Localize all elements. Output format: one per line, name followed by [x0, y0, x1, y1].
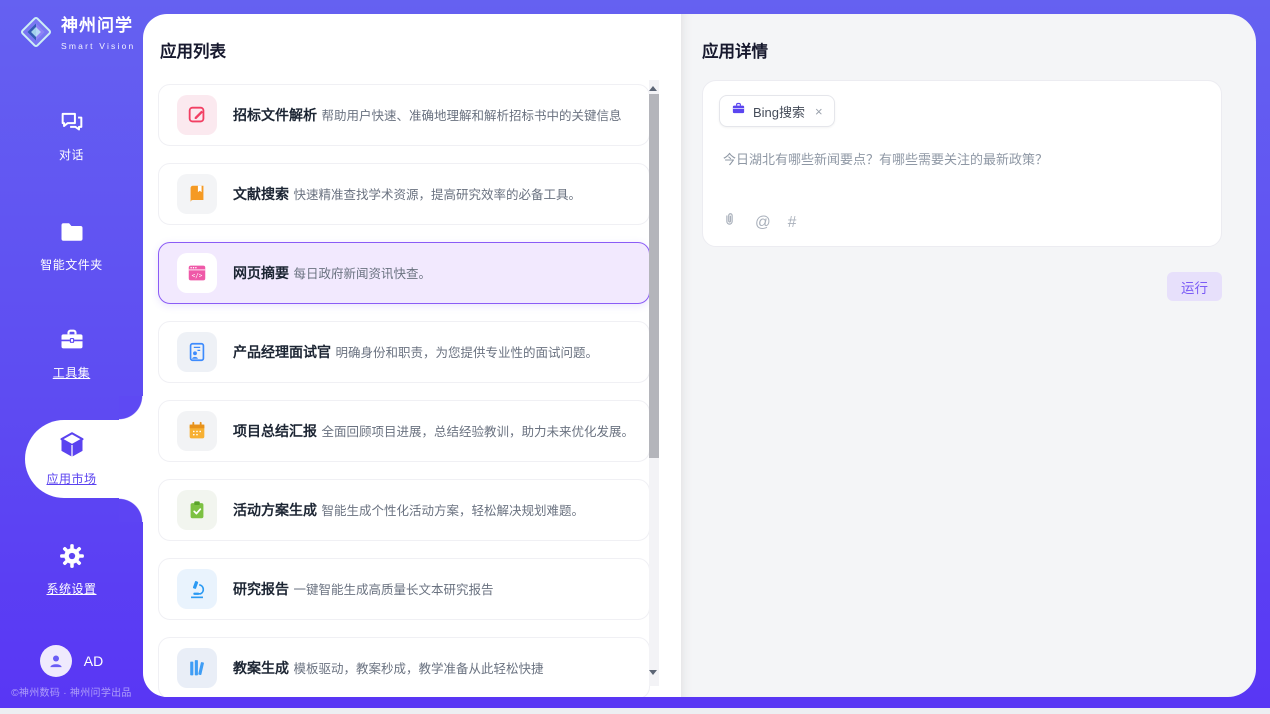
sidebar: 神州问学 Smart Vision 对话 智能文件夹 — [0, 0, 143, 708]
app-window: 神州问学 Smart Vision 对话 智能文件夹 — [0, 0, 1270, 708]
gear-icon — [58, 542, 86, 570]
app-card-desc: 明确身份和职责，为您提供专业性的面试问题。 — [335, 346, 598, 360]
sidebar-item-toolset[interactable]: 工具集 — [0, 326, 143, 381]
app-card-lesson-plan[interactable]: 教案生成 模板驱动，教案秒成，教学准备从此轻松快捷 — [158, 637, 650, 697]
brand-name: 神州问学 — [61, 16, 133, 35]
app-card-desc: 每日政府新闻资讯快查。 — [293, 267, 431, 281]
sidebar-item-label: 应用市场 — [0, 470, 143, 487]
app-card-literature-search[interactable]: 文献搜索 快速精准查找学术资源，提高研究效率的必备工具。 — [158, 163, 650, 225]
bubble-fillet-bottom — [119, 498, 143, 522]
prompt-card: Bing搜索 × 今日湖北有哪些新闻要点？有哪些需要关注的最新政策？ @ # — [702, 80, 1222, 247]
app-card-title: 招标文件解析 — [233, 107, 317, 123]
app-card-title: 教案生成 — [233, 660, 289, 676]
microscope-icon — [177, 569, 217, 609]
book-icon — [177, 174, 217, 214]
app-card-desc: 快速精准查找学术资源，提高研究效率的必备工具。 — [293, 188, 581, 202]
app-card-desc: 帮助用户快速、准确地理解和解析招标书中的关键信息 — [321, 109, 621, 123]
app-card-desc: 一键智能生成高质量长文本研究报告 — [293, 583, 493, 597]
copyright-text: ©神州数码 · 神州问学出品 — [0, 684, 143, 699]
app-card-title: 研究报告 — [233, 581, 289, 597]
edit-icon — [177, 95, 217, 135]
app-card-desc: 智能生成个性化活动方案，轻松解决规划难题。 — [321, 504, 584, 518]
scroll-down-arrow-icon[interactable] — [649, 670, 657, 675]
brand-logo: 神州问学 Smart Vision — [18, 14, 143, 55]
app-detail-panel: 应用详情 Bing搜索 × 今日湖北有哪些新闻要点？有哪些需要关注的最新政策？ — [681, 14, 1256, 697]
list-scrollbar-thumb[interactable] — [649, 94, 659, 458]
attachment-icon[interactable] — [721, 211, 738, 233]
app-card-title: 网页摘要 — [233, 265, 289, 281]
app-card-title: 产品经理面试官 — [233, 344, 331, 360]
user-account[interactable]: AD — [0, 645, 143, 677]
avatar — [40, 645, 72, 677]
folder-icon — [58, 218, 86, 246]
hashtag-icon[interactable]: # — [788, 214, 797, 231]
sidebar-item-label: 智能文件夹 — [0, 256, 143, 273]
diamond-logo-icon — [18, 14, 54, 55]
chip-close-icon[interactable]: × — [815, 104, 823, 119]
mention-icon[interactable]: @ — [755, 214, 771, 231]
sidebar-item-label: 系统设置 — [0, 580, 143, 597]
app-card-project-summary[interactable]: 项目总结汇报 全面回顾项目进展，总结经验教训，助力未来优化发展。 — [158, 400, 650, 462]
user-initials: AD — [84, 653, 103, 669]
app-card-list: 招标文件解析 帮助用户快速、准确地理解和解析招标书中的关键信息 文献搜索 快速精… — [158, 84, 650, 697]
app-card-desc: 全面回顾项目进展，总结经验教训，助力未来优化发展。 — [321, 425, 634, 439]
app-card-pm-interviewer[interactable]: 产品经理面试官 明确身份和职责，为您提供专业性的面试问题。 — [158, 321, 650, 383]
toolbox-icon — [58, 326, 86, 354]
webpage-icon: </> — [177, 253, 217, 293]
app-card-title: 活动方案生成 — [233, 502, 317, 518]
briefcase-icon — [731, 101, 746, 121]
tool-chip-bing-search[interactable]: Bing搜索 × — [719, 95, 835, 127]
chat-icon — [58, 108, 86, 136]
app-card-webpage-summary[interactable]: </> 网页摘要 每日政府新闻资讯快查。 — [158, 242, 650, 304]
chip-label: Bing搜索 — [753, 102, 805, 121]
input-toolbar: @ # — [721, 211, 796, 233]
svg-text:</>: </> — [192, 272, 203, 279]
app-card-desc: 模板驱动，教案秒成，教学准备从此轻松快捷 — [293, 662, 543, 676]
calendar-icon — [177, 411, 217, 451]
app-card-research-report[interactable]: 研究报告 一键智能生成高质量长文本研究报告 — [158, 558, 650, 620]
sidebar-item-label: 对话 — [0, 146, 143, 163]
brand-subtitle: Smart Vision — [61, 41, 135, 51]
sidebar-item-smart-folder[interactable]: 智能文件夹 — [0, 218, 143, 273]
app-detail-title: 应用详情 — [702, 38, 768, 62]
scroll-up-arrow-icon[interactable] — [649, 86, 657, 91]
cube-icon — [57, 430, 87, 458]
sidebar-item-app-market[interactable]: 应用市场 — [0, 430, 143, 487]
app-card-title: 文献搜索 — [233, 186, 289, 202]
app-card-title: 项目总结汇报 — [233, 423, 317, 439]
query-text-input[interactable]: 今日湖北有哪些新闻要点？有哪些需要关注的最新政策？ — [723, 151, 1201, 169]
app-card-event-plan[interactable]: 活动方案生成 智能生成个性化活动方案，轻松解决规划难题。 — [158, 479, 650, 541]
app-list-panel: 应用列表 招标文件解析 帮助用户快速、准确地理解和解析招标书中的关键信息 — [143, 14, 681, 697]
app-list-title: 应用列表 — [160, 38, 226, 62]
bubble-fillet-top — [119, 396, 143, 420]
clipboard-check-icon — [177, 490, 217, 530]
sidebar-item-settings[interactable]: 系统设置 — [0, 542, 143, 597]
run-button[interactable]: 运行 — [1167, 272, 1222, 301]
app-card-bid-analysis[interactable]: 招标文件解析 帮助用户快速、准确地理解和解析招标书中的关键信息 — [158, 84, 650, 146]
resume-icon — [177, 332, 217, 372]
sidebar-item-label: 工具集 — [0, 364, 143, 381]
sidebar-item-chat[interactable]: 对话 — [0, 108, 143, 163]
books-icon — [177, 648, 217, 688]
